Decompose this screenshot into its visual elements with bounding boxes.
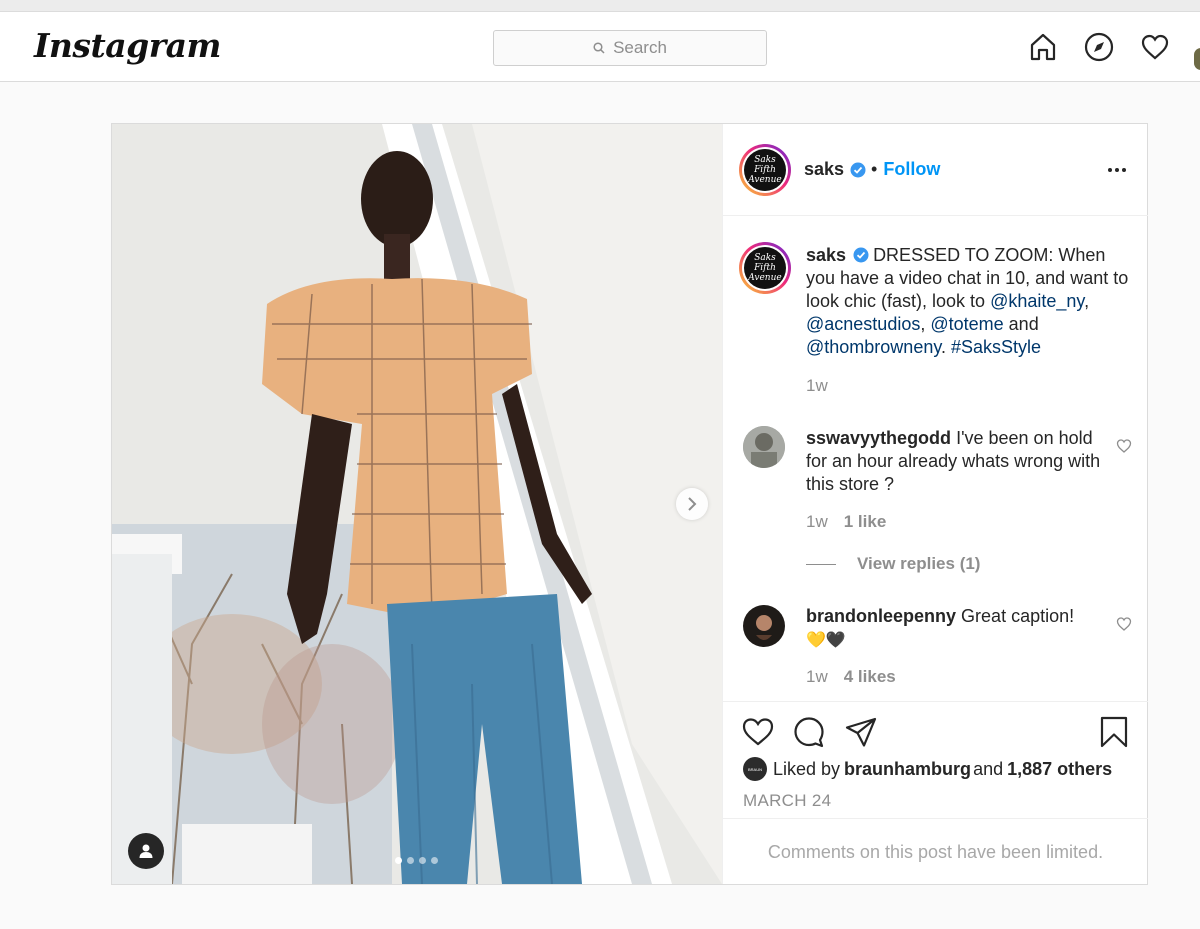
author-username[interactable]: saks: [804, 159, 844, 180]
verified-icon: [850, 162, 866, 178]
saks-logo: Saks Fifth Avenue: [744, 247, 786, 289]
comment-like-icon[interactable]: [1116, 438, 1132, 454]
heart-icon[interactable]: [1138, 30, 1172, 64]
likes-count[interactable]: 1,887 others: [1007, 759, 1112, 780]
comment-meta: 1w 1 like: [806, 512, 886, 532]
carousel-dot-3: [419, 857, 426, 864]
liked-by-middle: and: [973, 758, 1004, 779]
comment-likes[interactable]: 4 likes: [844, 667, 896, 687]
compass-icon[interactable]: [1082, 30, 1116, 64]
comment-text: Great caption!: [961, 606, 1075, 626]
liked-by-username[interactable]: braunhamburg: [844, 759, 971, 780]
author-avatar[interactable]: Saks Fifth Avenue: [739, 144, 791, 196]
caption-text: .: [941, 337, 952, 357]
caption-author-avatar[interactable]: Saks Fifth Avenue: [739, 242, 791, 294]
comment-time[interactable]: 1w: [806, 667, 828, 687]
comment-emojis: 💛🖤: [806, 632, 846, 649]
post-author-row: saks • Follow: [804, 159, 940, 180]
comment-username[interactable]: sswavyythegodd: [806, 428, 951, 448]
liked-by-row: BRAUN Liked by braunhamburg and 1,887 ot…: [743, 757, 1112, 781]
post-sidebar: Saks Fifth Avenue saks • Follow Saks Fif…: [722, 124, 1148, 884]
carousel-indicator: [395, 857, 443, 864]
chevron-right-icon: [688, 497, 697, 511]
view-replies-button[interactable]: View replies (1): [806, 554, 980, 574]
commenter-avatar[interactable]: [743, 605, 785, 647]
post-actions: BRAUN Liked by braunhamburg and 1,887 ot…: [723, 701, 1148, 884]
instagram-logo[interactable]: Instagram: [34, 26, 221, 65]
liked-by-avatar[interactable]: BRAUN: [743, 757, 767, 781]
caption-username[interactable]: saks: [806, 245, 846, 265]
hashtag-link[interactable]: #SaksStyle: [951, 337, 1041, 357]
caption-text: ,: [1084, 291, 1090, 311]
comment-time[interactable]: 1w: [806, 512, 828, 532]
post-photo[interactable]: [112, 124, 722, 884]
comment-likes[interactable]: 1 like: [844, 512, 887, 532]
carousel-dot-2: [407, 857, 414, 864]
post-date[interactable]: MARCH 24: [743, 791, 831, 811]
dot-separator: •: [871, 159, 878, 179]
nav-icons: [1026, 30, 1194, 64]
carousel-dot-1: [395, 857, 402, 864]
browser-tab-strip: [0, 0, 1200, 12]
post-card: Saks Fifth Avenue saks • Follow Saks Fif…: [111, 123, 1148, 885]
top-nav-bar: Instagram Search: [0, 12, 1200, 82]
mention-link[interactable]: @acnestudios: [806, 314, 920, 334]
divider-line: [806, 563, 836, 565]
search-placeholder: Search: [613, 38, 667, 57]
bookmark-icon[interactable]: [1097, 715, 1131, 749]
commenter-avatar[interactable]: [743, 426, 785, 468]
caption-text: and: [1003, 314, 1039, 334]
comment-username[interactable]: brandonleepenny: [806, 606, 956, 626]
comments-limited-notice: Comments on this post have been limited.: [723, 818, 1148, 885]
user-tag-icon: [139, 844, 153, 858]
share-icon[interactable]: [844, 715, 878, 749]
like-icon[interactable]: [741, 715, 775, 749]
comment-meta: 1w 4 likes: [806, 667, 896, 687]
post-caption: saks DRESSED TO ZOOM: When you have a vi…: [806, 244, 1136, 359]
mention-link[interactable]: @khaite_ny: [990, 291, 1084, 311]
liked-by-prefix: Liked by: [773, 758, 841, 779]
view-replies-label: View replies (1): [857, 554, 981, 573]
profile-avatar[interactable]: [1194, 48, 1200, 70]
saks-logo: Saks Fifth Avenue: [744, 149, 786, 191]
search-icon: [593, 42, 605, 54]
more-options-icon[interactable]: [1108, 168, 1129, 172]
verified-icon: [853, 247, 869, 263]
caption-text: ,: [920, 314, 931, 334]
mention-link[interactable]: @thombrowneny: [806, 337, 941, 357]
carousel-dot-4: [431, 857, 438, 864]
carousel-next-button[interactable]: [676, 488, 708, 520]
photo-illustration: [112, 124, 722, 884]
post-header: Saks Fifth Avenue saks • Follow: [723, 124, 1148, 216]
comment-body: brandonleepenny Great caption! 💛🖤: [806, 605, 1106, 652]
comment-like-icon[interactable]: [1116, 616, 1132, 632]
comment-icon[interactable]: [792, 715, 826, 749]
mention-link[interactable]: @toteme: [930, 314, 1003, 334]
comment-body: sswavyythegodd I've been on hold for an …: [806, 427, 1106, 496]
user-tag-button[interactable]: [128, 833, 164, 869]
home-icon[interactable]: [1026, 30, 1060, 64]
caption-timestamp[interactable]: 1w: [806, 376, 828, 396]
search-input[interactable]: Search: [493, 30, 767, 66]
follow-button[interactable]: Follow: [883, 159, 940, 180]
